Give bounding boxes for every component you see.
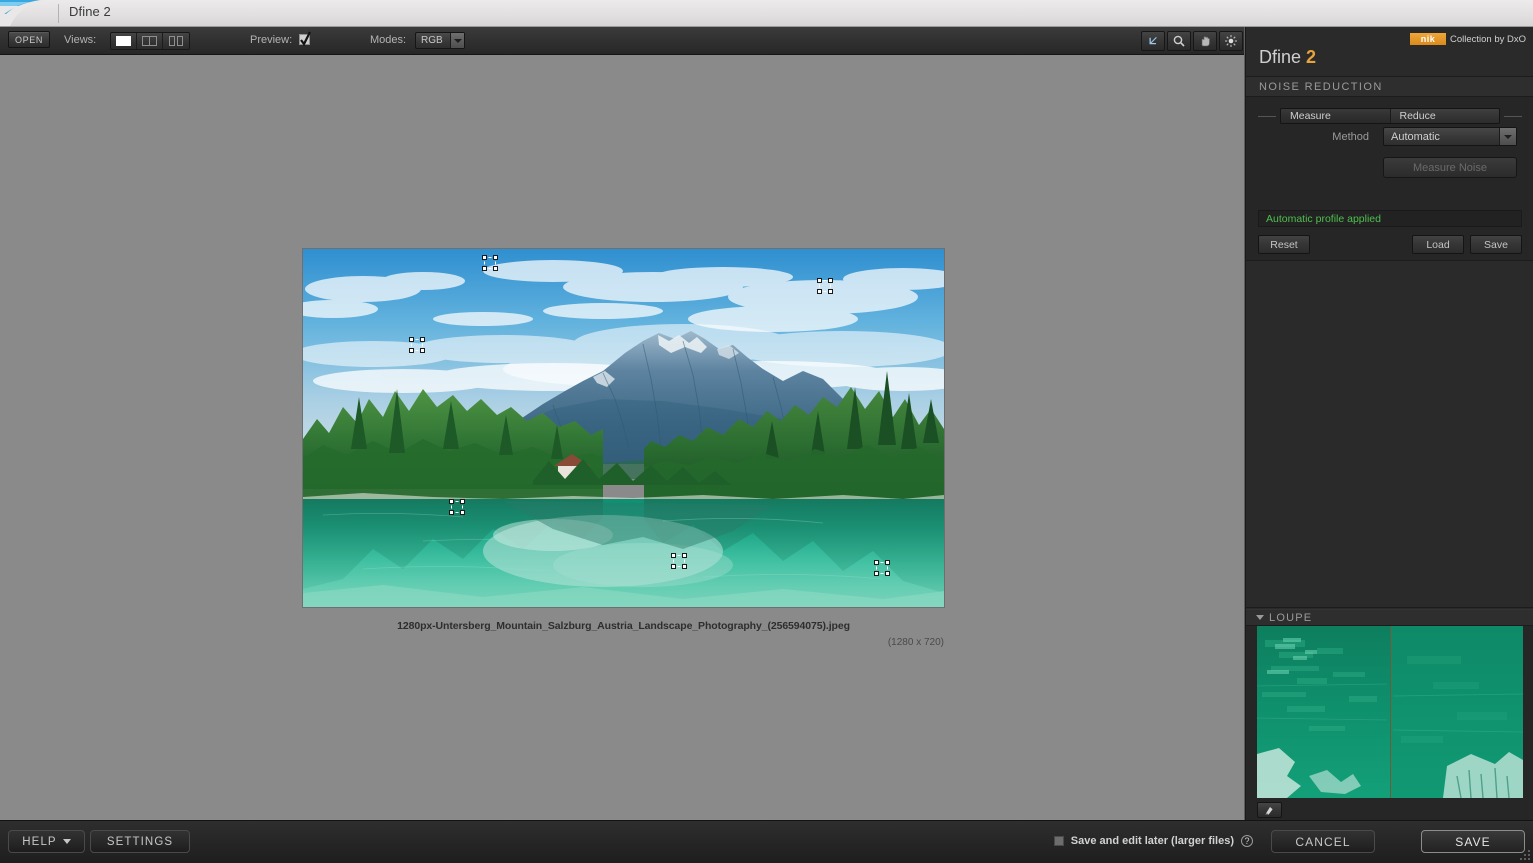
settings-button[interactable]: SETTINGS	[90, 830, 190, 853]
help-button[interactable]: HELP	[8, 830, 85, 853]
window-title: Dfine 2	[69, 4, 111, 19]
load-button[interactable]: Load	[1412, 235, 1464, 254]
loupe-title: LOUPE	[1269, 611, 1313, 624]
nik-badge: nik	[1409, 33, 1446, 45]
zoom-tool-button[interactable]	[1167, 31, 1191, 51]
loupe-split-divider[interactable]	[1390, 626, 1391, 798]
tab-reduce[interactable]: Reduce	[1390, 109, 1499, 123]
preview-checkbox[interactable]	[299, 31, 311, 47]
loupe-preview[interactable]	[1257, 626, 1523, 798]
measure-reduce-tabs: Measure Reduce	[1258, 108, 1522, 124]
tab-measure[interactable]: Measure	[1281, 109, 1391, 123]
dfine-application-window: Dfine 2 OPEN Views: Preview: Modes: RGB	[0, 0, 1533, 863]
view-mode-side-by-side[interactable]	[163, 33, 189, 49]
measure-noise-button[interactable]: Measure Noise	[1383, 157, 1517, 178]
window-logo-swoosh	[0, 0, 58, 26]
reset-button[interactable]: Reset	[1258, 235, 1310, 254]
cancel-button[interactable]: CANCEL	[1271, 830, 1375, 853]
image-dimensions: (1280 x 720)	[887, 637, 944, 648]
image-canvas[interactable]: 1280px-Untersberg_Mountain_Salzburg_Aust…	[0, 55, 1245, 820]
view-mode-single[interactable]	[111, 33, 137, 49]
help-button-label: HELP	[22, 835, 57, 848]
view-mode-group	[110, 32, 190, 50]
section-title-noise-reduction: NOISE REDUCTION	[1246, 77, 1533, 97]
modes-select[interactable]: RGB	[415, 32, 465, 49]
tab-right-rule	[1504, 115, 1522, 117]
image-filename: 1280px-Untersberg_Mountain_Salzburg_Aust…	[397, 620, 850, 632]
bottom-bar: HELP SETTINGS Save and edit later (large…	[0, 820, 1533, 863]
nik-brand-text: Collection by DxO	[1449, 33, 1526, 45]
open-button[interactable]: OPEN	[8, 31, 50, 48]
loupe-pin-button[interactable]	[1257, 802, 1282, 818]
chevron-down-icon	[1256, 615, 1264, 620]
view-mode-split[interactable]	[137, 33, 163, 49]
noise-reduction-body: Measure Reduce Method Automatic Measure …	[1246, 97, 1533, 261]
product-version: 2	[1306, 47, 1317, 67]
panel-empty-area	[1246, 281, 1533, 608]
title-bar: Dfine 2	[0, 0, 1533, 27]
loupe-section-body	[1246, 626, 1533, 820]
method-row: Method Automatic	[1246, 127, 1533, 146]
chevron-down-icon	[62, 839, 71, 844]
product-name: Dfine	[1259, 47, 1302, 67]
save-button[interactable]: SAVE	[1421, 830, 1525, 853]
modes-select-value: RGB	[421, 35, 443, 46]
pointer-tool-button[interactable]	[1141, 31, 1165, 51]
panel-header: nik Collection by DxO Dfine 2	[1246, 27, 1533, 77]
product-title: Dfine 2	[1259, 47, 1316, 68]
pan-tool-button[interactable]	[1193, 31, 1217, 51]
tab-left-rule	[1258, 115, 1276, 117]
loupe-tool-button[interactable]	[1219, 31, 1243, 51]
views-label: Views:	[64, 34, 97, 46]
single-view-icon	[116, 36, 131, 46]
tool-buttons-group	[1141, 31, 1243, 51]
method-label: Method	[1332, 130, 1369, 143]
save-and-edit-later-option[interactable]: Save and edit later (larger files) ?	[1053, 835, 1253, 847]
question-mark-icon[interactable]: ?	[1241, 835, 1253, 847]
modes-label: Modes:	[370, 34, 407, 46]
save-later-label: Save and edit later (larger files)	[1070, 835, 1234, 847]
chevron-down-icon	[1499, 128, 1516, 145]
method-select[interactable]: Automatic	[1383, 127, 1517, 146]
image-caption: 1280px-Untersberg_Mountain_Salzburg_Aust…	[303, 620, 944, 648]
resize-grip[interactable]	[1519, 849, 1530, 860]
split-view-icon	[142, 36, 157, 46]
preset-buttons: Reset Load Save	[1258, 235, 1522, 254]
chevron-down-icon	[450, 33, 464, 48]
landscape-photo[interactable]	[303, 249, 944, 607]
photo-container	[303, 249, 944, 607]
save-preset-button[interactable]: Save	[1470, 235, 1522, 254]
preview-label: Preview:	[250, 34, 293, 46]
status-message: Automatic profile applied	[1258, 210, 1522, 227]
loupe-section-header[interactable]: LOUPE	[1246, 609, 1533, 626]
side-by-side-view-icon	[168, 36, 184, 46]
method-select-value: Automatic	[1391, 130, 1440, 143]
title-separator	[58, 4, 59, 23]
nik-collection-logo: nik Collection by DxO	[1409, 33, 1526, 45]
right-panel: nik Collection by DxO Dfine 2 NOISE REDU…	[1245, 27, 1533, 820]
save-later-checkbox[interactable]	[1053, 836, 1064, 846]
